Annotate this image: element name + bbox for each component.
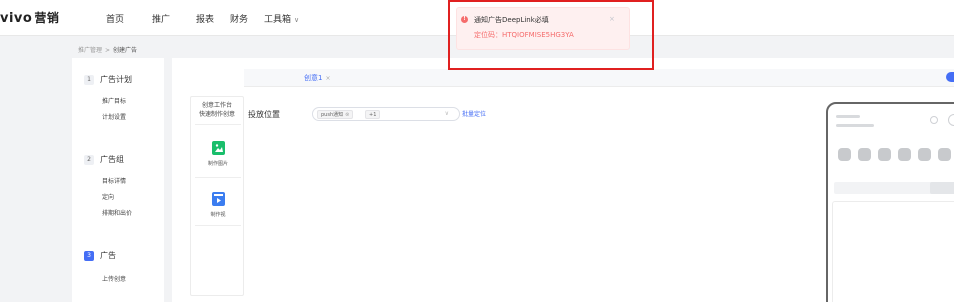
workbench-header: 创意工作台 快速制作创意 <box>191 97 243 119</box>
creative-tab-bar: 创意1 × <box>244 69 954 87</box>
chevron-down-icon: ∨ <box>444 110 449 117</box>
tag-text: push通知 <box>321 112 344 118</box>
step-sub-plan-settings[interactable]: 计划设置 <box>102 112 126 121</box>
step-panel: 1 广告计划 推广目标 计划设置 2 广告组 目标详情 定向 排期和出价 3 广告 上… <box>72 58 164 302</box>
placement-select[interactable]: push通知 ⊗ +1 ∨ <box>312 107 460 121</box>
step-sub-targeting[interactable]: 定向 <box>102 192 114 201</box>
nav-toolbox-label: 工具箱 <box>264 15 292 25</box>
step-sub-target-details[interactable]: 目标详情 <box>102 176 126 185</box>
video-icon <box>211 192 225 206</box>
step-sub-upload-creative[interactable]: 上传创意 <box>102 274 126 283</box>
nav-finance[interactable]: 财务 <box>230 12 248 25</box>
breadcrumb-parent[interactable]: 推广管理 <box>78 47 102 54</box>
step-campaign[interactable]: 1 广告计划 <box>84 74 132 85</box>
close-icon[interactable]: × <box>325 75 330 82</box>
step-ad[interactable]: 3 广告 <box>84 250 116 261</box>
preview-circle-icon <box>948 114 954 126</box>
logo-text: vivo <box>0 11 33 26</box>
info-icon[interactable] <box>946 72 954 82</box>
step-title: 广告组 <box>100 155 124 164</box>
step-number: 2 <box>84 154 94 165</box>
make-video-tool[interactable]: 制作视 <box>197 192 239 218</box>
nav-toolbox[interactable]: 工具箱 ∨ <box>264 12 299 25</box>
placement-tag-more: +1 <box>365 110 381 119</box>
main-content: 创意工作台 快速制作创意 制作图片 制作视 创意1 × 投放位置 push通知 ⊗ … <box>172 58 954 302</box>
tag-remove-icon[interactable]: ⊗ <box>345 112 349 118</box>
make-image-tool[interactable]: 制作图片 <box>197 141 239 167</box>
divider <box>195 124 241 125</box>
placement-tag-push: push通知 ⊗ <box>317 110 354 119</box>
step-title: 广告计划 <box>100 75 132 84</box>
step-ad-group[interactable]: 2 广告组 <box>84 154 124 165</box>
breadcrumb-current: 创建广告 <box>113 47 138 54</box>
preview-search-button <box>930 182 954 194</box>
make-image-label: 制作图片 <box>207 161 228 167</box>
breadcrumb: 推广管理 > 创建广告 <box>78 45 137 54</box>
toggle-icon <box>918 148 931 161</box>
tab-creative-1[interactable]: 创意1 × <box>304 73 331 83</box>
step-number: 3 <box>84 250 94 261</box>
logo-sub-text: 营销 <box>34 11 60 25</box>
image-icon <box>211 141 225 155</box>
creative-workbench: 创意工作台 快速制作创意 制作图片 制作视 <box>190 96 244 296</box>
bluetooth-icon <box>878 148 891 161</box>
preview-line <box>836 115 860 118</box>
moon-icon <box>898 148 911 161</box>
divider <box>195 177 241 178</box>
preview-circle-icon <box>930 116 938 124</box>
wifi-icon <box>838 148 851 161</box>
chevron-down-icon: ∨ <box>294 16 300 24</box>
breadcrumb-separator: > <box>105 47 111 54</box>
make-video-label: 制作视 <box>210 212 226 218</box>
divider <box>195 225 241 226</box>
screen-icon <box>938 148 951 161</box>
data-icon <box>858 148 871 161</box>
nav-home[interactable]: 首页 <box>106 12 124 25</box>
preview-line <box>836 124 874 127</box>
step-sub-promotion-goal[interactable]: 推广目标 <box>102 96 126 105</box>
nav-reports[interactable]: 报表 <box>196 12 214 25</box>
nav-promotion[interactable]: 推广 <box>152 12 170 25</box>
preview-notification-panel <box>832 201 954 302</box>
vivo-logo[interactable]: vivo 营销 <box>0 9 59 26</box>
step-title: 广告 <box>100 251 116 260</box>
phone-preview <box>826 102 954 302</box>
batch-locate-link[interactable]: 批量定位 <box>462 109 486 118</box>
step-sub-schedule-bid[interactable]: 排期和出价 <box>102 208 132 217</box>
workbench-title: 创意工作台 <box>201 102 232 109</box>
highlight-box <box>448 0 654 70</box>
step-number: 1 <box>84 74 94 85</box>
tab-label: 创意1 <box>304 74 323 82</box>
workbench-subtitle: 快速制作创意 <box>198 111 235 118</box>
placement-label: 投放位置 <box>248 110 280 119</box>
